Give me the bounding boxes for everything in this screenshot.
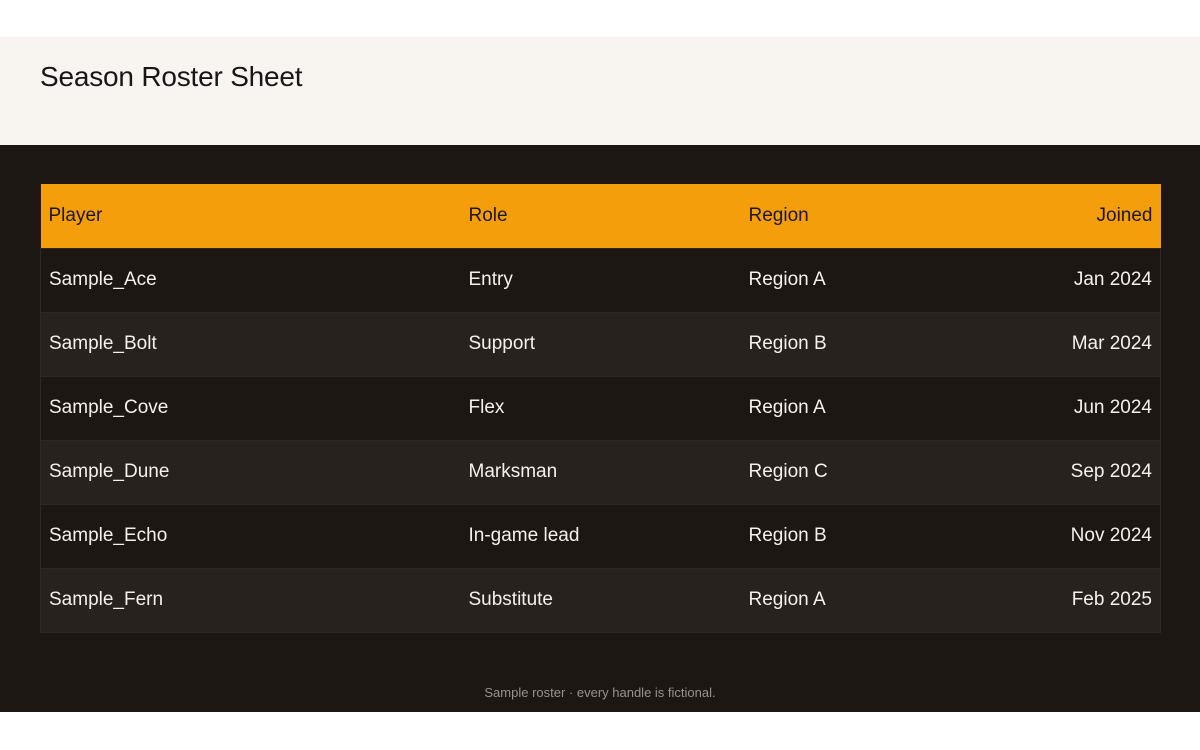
cell-player: Sample_Bolt	[40, 311, 461, 376]
roster-table: Player Role Region Joined Sample_Ace Ent…	[40, 184, 1161, 633]
table-header-row: Player Role Region Joined	[40, 184, 1161, 248]
cell-player: Sample_Echo	[40, 503, 461, 568]
cell-joined: Sep 2024	[940, 439, 1161, 504]
cell-region: Region A	[740, 247, 941, 312]
cell-joined: Feb 2025	[940, 567, 1161, 633]
column-header-player[interactable]: Player	[40, 184, 461, 248]
cell-region: Region B	[740, 503, 941, 568]
cell-role: Marksman	[460, 439, 741, 504]
cell-player: Sample_Fern	[40, 567, 461, 633]
cell-player: Sample_Dune	[40, 439, 461, 504]
cell-joined: Jun 2024	[940, 375, 1161, 440]
cell-player: Sample_Ace	[40, 247, 461, 312]
cell-player: Sample_Cove	[40, 375, 461, 440]
page-header: Season Roster Sheet	[0, 37, 1200, 145]
cell-region: Region A	[740, 375, 941, 440]
cell-region: Region A	[740, 567, 941, 633]
table-row[interactable]: Sample_Fern Substitute Region A Feb 2025	[40, 567, 1161, 633]
cell-role: Flex	[460, 375, 741, 440]
page-title: Season Roster Sheet	[40, 61, 303, 92]
cell-role: In-game lead	[460, 503, 741, 568]
footnote: Sample roster · every handle is fictiona…	[484, 685, 716, 700]
cell-role: Entry	[460, 247, 741, 312]
page: Season Roster Sheet Player Role Region J…	[0, 0, 1200, 750]
table-row[interactable]: Sample_Dune Marksman Region C Sep 2024	[40, 439, 1161, 504]
column-header-role[interactable]: Role	[460, 184, 741, 248]
table-row[interactable]: Sample_Ace Entry Region A Jan 2024	[40, 247, 1161, 312]
cell-region: Region B	[740, 311, 941, 376]
table-row[interactable]: Sample_Cove Flex Region A Jun 2024	[40, 375, 1161, 440]
cell-joined: Nov 2024	[940, 503, 1161, 568]
table-row[interactable]: Sample_Echo In-game lead Region B Nov 20…	[40, 503, 1161, 568]
cell-joined: Mar 2024	[940, 311, 1161, 376]
column-header-joined[interactable]: Joined	[940, 184, 1161, 248]
column-header-region[interactable]: Region	[740, 184, 941, 248]
cell-role: Substitute	[460, 567, 741, 633]
table-row[interactable]: Sample_Bolt Support Region B Mar 2024	[40, 311, 1161, 376]
cell-joined: Jan 2024	[940, 247, 1161, 312]
roster-panel: Player Role Region Joined Sample_Ace Ent…	[0, 145, 1200, 712]
cell-role: Support	[460, 311, 741, 376]
cell-region: Region C	[740, 439, 941, 504]
